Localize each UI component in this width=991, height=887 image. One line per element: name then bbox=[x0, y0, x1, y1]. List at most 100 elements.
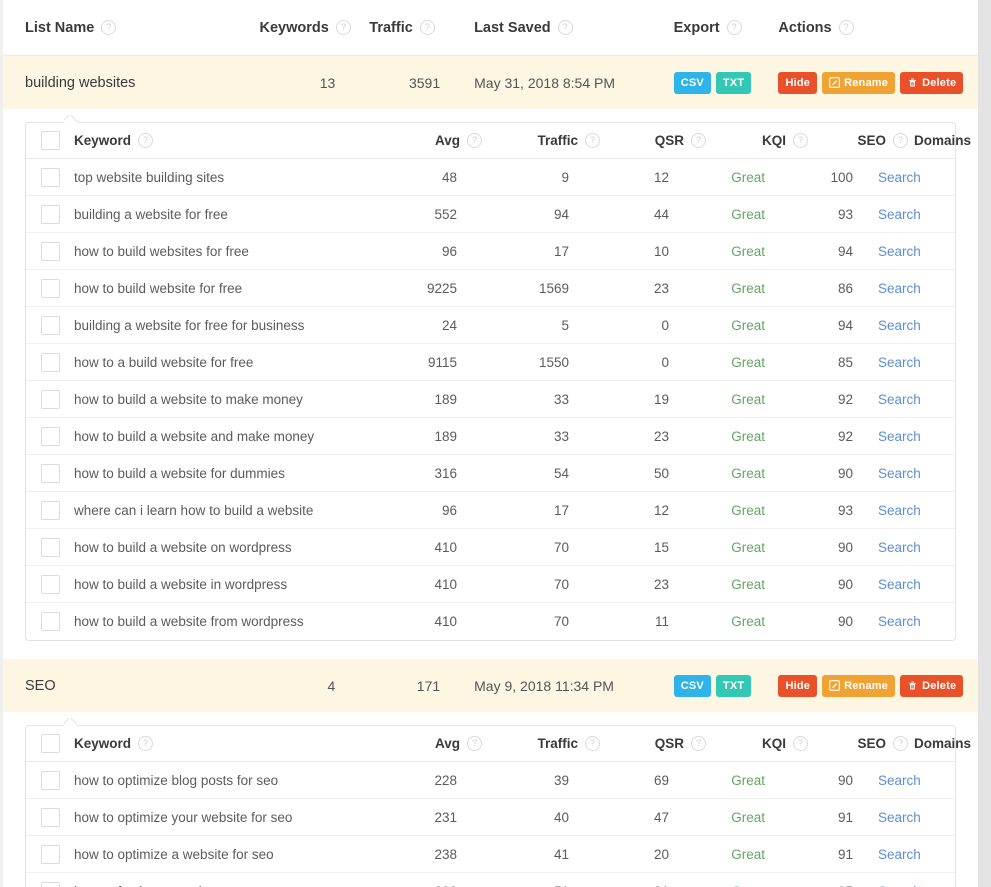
keyword-row[interactable]: where can i learn how to build a website… bbox=[26, 492, 955, 529]
keyword-row[interactable]: how to build a website in wordpress 410 70… bbox=[26, 566, 955, 603]
column-header-last-saved-label: Last Saved bbox=[474, 19, 551, 36]
help-icon[interactable]: ? bbox=[138, 133, 154, 148]
keyword-row[interactable]: building a website for free for business… bbox=[26, 307, 955, 344]
keyword-row[interactable]: how to a build website for free 9115 1550 0… bbox=[26, 344, 955, 381]
domains-search-link[interactable]: Search bbox=[878, 429, 921, 444]
keyword-row[interactable]: how to build a website to make money 189 3… bbox=[26, 381, 955, 418]
keyword-row[interactable]: top website building sites 48 9 12 Great 100 S… bbox=[26, 159, 955, 196]
select-all-checkbox[interactable] bbox=[40, 131, 60, 150]
list-row[interactable]: SEO 4 171 May 9, 2018 11:34 PM CSV TXT Hide Ren… bbox=[3, 659, 978, 712]
row-checkbox[interactable] bbox=[40, 278, 60, 298]
export-txt-button[interactable]: TXT bbox=[715, 674, 752, 697]
keyword-row[interactable]: building a website for free 552 94 44 Great 9… bbox=[26, 196, 955, 233]
seo-cell: 92 bbox=[837, 428, 853, 444]
domains-search-link[interactable]: Search bbox=[878, 392, 921, 407]
row-checkbox[interactable] bbox=[40, 537, 60, 557]
row-checkbox[interactable] bbox=[40, 389, 60, 409]
help-icon[interactable]: ? bbox=[726, 20, 742, 35]
domains-search-link[interactable]: Search bbox=[878, 355, 921, 370]
domains-search-link[interactable]: Search bbox=[878, 244, 921, 259]
row-checkbox[interactable] bbox=[40, 574, 60, 594]
help-icon[interactable]: ? bbox=[691, 736, 706, 751]
delete-button[interactable]: Delete bbox=[900, 71, 964, 94]
help-icon[interactable]: ? bbox=[838, 20, 854, 35]
column-header-export: Export ? bbox=[674, 20, 779, 36]
row-checkbox[interactable] bbox=[40, 463, 60, 483]
domains-search-link[interactable]: Search bbox=[878, 847, 921, 862]
row-checkbox[interactable] bbox=[40, 770, 60, 790]
help-icon[interactable]: ? bbox=[793, 736, 808, 751]
domains-cell: Search bbox=[878, 810, 978, 825]
keyword-row[interactable]: how to optimize a website for seo 238 41 20… bbox=[26, 836, 955, 873]
row-checkbox[interactable] bbox=[40, 500, 60, 520]
row-checkbox[interactable] bbox=[40, 612, 60, 631]
keyword-row[interactable]: how to build website for free 9225 1569 23 G… bbox=[26, 270, 955, 307]
row-checkbox[interactable] bbox=[40, 315, 60, 335]
row-checkbox[interactable] bbox=[40, 204, 60, 224]
column-header-qsr-label: QSR bbox=[654, 133, 684, 148]
export-csv-button[interactable]: CSV bbox=[673, 674, 711, 697]
domains-search-link[interactable]: Search bbox=[878, 207, 921, 222]
domains-search-link[interactable]: Search bbox=[878, 577, 921, 592]
help-icon[interactable]: ? bbox=[793, 133, 808, 148]
domains-search-link[interactable]: Search bbox=[878, 170, 921, 185]
domains-search-link[interactable]: Search bbox=[878, 466, 921, 481]
help-icon[interactable]: ? bbox=[585, 736, 600, 751]
row-checkbox[interactable] bbox=[40, 352, 60, 372]
export-csv-button[interactable]: CSV bbox=[673, 71, 711, 94]
domains-cell: Search bbox=[878, 773, 978, 788]
qsr-cell: 0 bbox=[661, 317, 669, 333]
domains-search-link[interactable]: Search bbox=[878, 810, 921, 825]
domains-search-link[interactable]: Search bbox=[878, 614, 921, 629]
row-checkbox[interactable] bbox=[40, 844, 60, 864]
help-icon[interactable]: ? bbox=[335, 20, 351, 35]
keyword-row[interactable]: how to optimize blog posts for seo 228 39 6… bbox=[26, 762, 955, 799]
export-txt-button[interactable]: TXT bbox=[715, 71, 752, 94]
row-select-cell bbox=[26, 204, 74, 224]
help-icon[interactable]: ? bbox=[893, 736, 908, 751]
rename-button[interactable]: Rename bbox=[822, 71, 896, 94]
help-icon[interactable]: ? bbox=[557, 20, 573, 35]
domains-search-link[interactable]: Search bbox=[878, 318, 921, 333]
hide-button[interactable]: Hide bbox=[778, 71, 818, 94]
row-checkbox[interactable] bbox=[40, 241, 60, 261]
seo-cell: 92 bbox=[837, 391, 853, 407]
keyword-row[interactable]: how to build websites for free 96 17 10 Grea… bbox=[26, 233, 955, 270]
delete-button[interactable]: Delete bbox=[900, 674, 964, 697]
help-icon[interactable]: ? bbox=[585, 133, 600, 148]
row-checkbox[interactable] bbox=[40, 167, 60, 187]
domains-search-link[interactable]: Search bbox=[878, 773, 921, 788]
traffic-cell: 1550 bbox=[538, 354, 569, 370]
keyword-row[interactable]: how to build a website for dummies 316 54 5… bbox=[26, 455, 955, 492]
help-icon[interactable]: ? bbox=[691, 133, 706, 148]
keyword-row[interactable]: how to fetch as google2985131Great95Sear… bbox=[26, 873, 955, 887]
column-header-kw-traffic: Traffic? bbox=[488, 133, 606, 148]
select-all-checkbox[interactable] bbox=[40, 734, 60, 753]
row-checkbox[interactable] bbox=[40, 807, 60, 827]
row-checkbox[interactable] bbox=[40, 426, 60, 446]
keyword-row[interactable]: how to optimize your website for seo 231 4… bbox=[26, 799, 955, 836]
keyword-row[interactable]: how to build a website and make money 189… bbox=[26, 418, 955, 455]
help-icon[interactable]: ? bbox=[419, 20, 435, 35]
help-icon[interactable]: ? bbox=[467, 736, 482, 751]
column-header-actions: Actions ? bbox=[778, 20, 978, 36]
keyword-row[interactable]: how to build a website on wordpress 410 70… bbox=[26, 529, 955, 566]
domains-search-link[interactable]: Search bbox=[878, 503, 921, 518]
hide-button[interactable]: Hide bbox=[778, 674, 818, 697]
keyword-row[interactable]: how to build a website from wordpress 410… bbox=[26, 603, 955, 640]
rename-button[interactable]: Rename bbox=[822, 674, 896, 697]
domains-search-link[interactable]: Search bbox=[878, 540, 921, 555]
help-icon[interactable]: ? bbox=[138, 736, 154, 751]
keyword-cell: how to build a website in wordpress bbox=[74, 576, 288, 592]
row-checkbox[interactable] bbox=[40, 882, 60, 887]
help-icon[interactable]: ? bbox=[893, 133, 908, 148]
row-select-cell bbox=[26, 807, 74, 827]
row-select-cell bbox=[26, 500, 74, 520]
help-icon[interactable]: ? bbox=[467, 133, 482, 148]
list-row[interactable]: building websites 13 3591 May 31, 2018 8:54… bbox=[3, 56, 978, 109]
column-header-keywords: Keywords ? bbox=[260, 20, 370, 36]
domains-search-link[interactable]: Search bbox=[878, 281, 921, 296]
row-select-cell bbox=[26, 537, 74, 557]
help-icon[interactable]: ? bbox=[101, 20, 117, 35]
